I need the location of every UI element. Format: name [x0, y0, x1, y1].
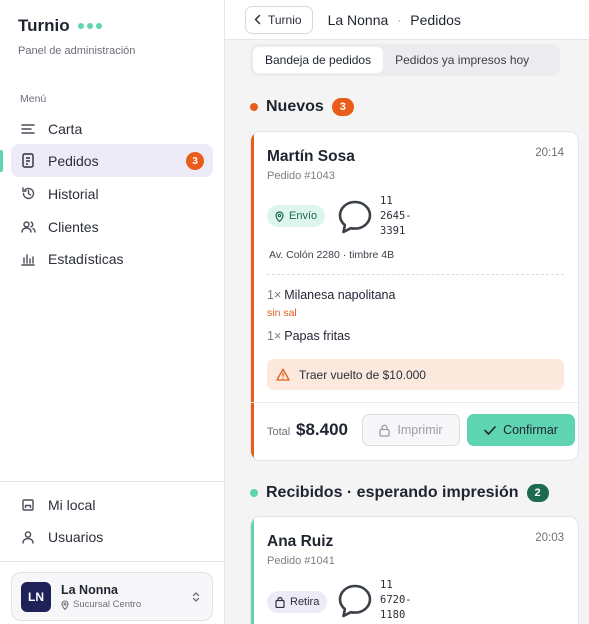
location-pin-icon — [61, 600, 69, 610]
brand-subtitle: Panel de administración — [18, 45, 136, 57]
sidebar-item-label: Usuarios — [48, 528, 104, 545]
order-card[interactable]: Ana Ruiz Pedido #1041 20:03 Retira 11 67… — [250, 516, 579, 624]
order-alert: Traer vuelto de $10.000 — [267, 359, 564, 390]
history-icon — [20, 186, 36, 202]
card-accent — [251, 517, 254, 624]
sidebar-item-label: Estadísticas — [48, 250, 124, 267]
list-icon — [20, 121, 36, 137]
breadcrumb-restaurant: La Nonna — [327, 11, 389, 28]
sidebar-item-pedidos[interactable]: Pedidos 3 — [11, 144, 213, 177]
card-divider — [251, 402, 578, 403]
orders-count-badge: 3 — [186, 152, 204, 170]
account-switcher[interactable]: LN La Nonna Sucursal Centro — [11, 572, 213, 621]
breadcrumb-page: Pedidos — [410, 11, 461, 28]
item-note: sin sal — [267, 307, 297, 319]
order-tabs: Bandeja de pedidos Pedidos ya impresos h… — [250, 44, 560, 76]
brand-name: Turnio — [18, 16, 70, 35]
order-number: Pedido #1043 — [267, 170, 335, 182]
alert-text: Traer vuelto de $10.000 — [299, 367, 426, 382]
account-branch: Sucursal Centro — [61, 599, 141, 610]
item-name: Milanesa napolitana — [284, 288, 396, 302]
item-qty: 1× — [267, 329, 282, 343]
order-item: 1× Papas fritas — [267, 329, 350, 343]
chat-bubble-icon[interactable] — [337, 199, 373, 235]
sidebar-item-label: Historial — [48, 185, 99, 202]
delivery-mode: Envío — [289, 210, 318, 222]
delivery-pill: Envío — [267, 205, 326, 227]
chevron-updown-icon — [192, 590, 200, 608]
breadcrumb-separator: · — [397, 12, 402, 27]
dashed-divider — [267, 274, 564, 275]
account-name: La Nonna — [61, 583, 118, 597]
customer-phone: 11 2645- 3391 — [380, 195, 412, 237]
sidebar-item-label: Carta — [48, 120, 83, 137]
chat-bubble-icon[interactable] — [337, 583, 373, 619]
item-qty: 1× — [267, 288, 282, 302]
total-label: Total — [267, 426, 291, 438]
sidebar: Turnio Panel de administración Menú Cart… — [0, 0, 225, 624]
customer-name: Martín Sosa — [267, 148, 355, 165]
sidebar-item-usuarios[interactable]: Usuarios — [11, 520, 213, 553]
account-branch-label: Sucursal Centro — [73, 599, 142, 610]
user-icon — [20, 529, 36, 545]
breadcrumb: La Nonna · Pedidos — [328, 12, 461, 28]
warning-icon — [276, 368, 290, 381]
section-dot — [250, 103, 258, 111]
order-item: 1× Milanesa napolitana — [267, 288, 395, 302]
account-text: La Nonna Sucursal Centro — [61, 583, 141, 610]
tab-bandeja[interactable]: Bandeja de pedidos — [253, 47, 384, 73]
sidebar-item-historial[interactable]: Historial — [11, 177, 213, 210]
card-accent — [251, 132, 254, 460]
brand: Turnio — [18, 16, 102, 36]
back-button-label: Turnio — [268, 12, 302, 27]
sidebar-divider — [0, 481, 225, 482]
customer-phone: 11 6720- 1180 — [380, 579, 412, 621]
section-received-header: Recibidos · esperando impresión 2 — [250, 484, 549, 502]
check-icon — [484, 425, 496, 435]
active-marker — [0, 150, 3, 172]
location-pin-icon — [275, 210, 284, 222]
sidebar-item-estadisticas[interactable]: Estadísticas — [11, 242, 213, 275]
customer-name: Ana Ruiz — [267, 533, 334, 550]
sidebar-item-label: Pedidos — [48, 152, 99, 169]
avatar: LN — [21, 581, 51, 612]
section-title: Nuevos — [266, 98, 324, 115]
chevron-left-icon — [254, 14, 261, 25]
total-value: $8.400 — [296, 420, 348, 439]
section-count-badge: 3 — [331, 98, 354, 116]
section-count-badge: 2 — [526, 484, 549, 502]
sidebar-item-carta[interactable]: Carta — [11, 112, 213, 145]
bag-icon — [275, 596, 285, 608]
receipt-icon — [20, 153, 36, 169]
back-button[interactable]: Turnio — [245, 5, 313, 34]
order-card[interactable]: Martín Sosa Pedido #1043 20:14 Envío 11 … — [250, 131, 579, 461]
sidebar-item-label: Mi local — [48, 496, 96, 513]
sidebar-item-clientes[interactable]: Clientes — [11, 210, 213, 243]
bar-chart-icon — [20, 251, 36, 267]
section-title: Recibidos · esperando impresión — [266, 484, 519, 501]
item-name: Papas fritas — [284, 329, 351, 343]
print-button-label: Imprimir — [397, 423, 443, 437]
delivery-address: Av. Colón 2280 · timbre 4B — [269, 249, 395, 261]
order-time: 20:03 — [535, 532, 564, 544]
menu-label: Menú — [20, 93, 47, 105]
store-icon — [20, 497, 36, 513]
top-bar: Turnio La Nonna · Pedidos — [225, 0, 589, 40]
order-time: 20:14 — [535, 147, 564, 159]
section-new-header: Nuevos 3 — [250, 98, 354, 116]
confirm-button[interactable]: Confirmar — [467, 414, 575, 446]
delivery-mode: Retira — [290, 596, 320, 608]
sidebar-item-mi-local[interactable]: Mi local — [11, 488, 213, 521]
brand-dots-icon — [77, 23, 102, 29]
sidebar-divider — [0, 561, 225, 562]
confirm-button-label: Confirmar — [503, 423, 558, 437]
order-number: Pedido #1041 — [267, 555, 335, 567]
lock-icon — [379, 424, 391, 437]
print-button[interactable]: Imprimir — [362, 414, 460, 446]
users-icon — [20, 219, 36, 235]
sidebar-item-label: Clientes — [48, 218, 99, 235]
tab-impresos[interactable]: Pedidos ya impresos hoy — [383, 47, 541, 73]
pickup-pill: Retira — [267, 591, 328, 613]
section-dot — [250, 489, 258, 497]
